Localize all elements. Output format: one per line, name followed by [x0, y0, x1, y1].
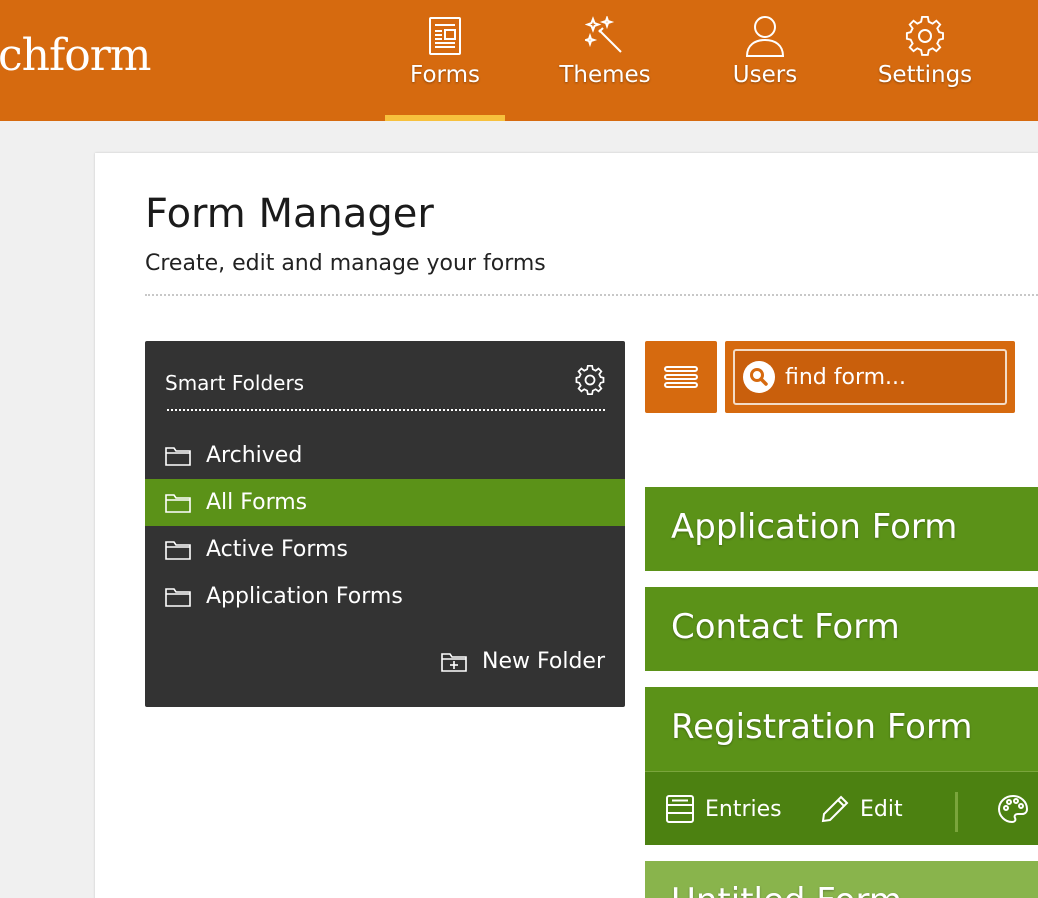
- folder-add-icon: [441, 652, 467, 672]
- folder-settings-gear-icon[interactable]: [575, 364, 605, 396]
- palette-icon: [997, 794, 1029, 824]
- new-folder-label: New Folder: [482, 649, 605, 674]
- edit-button[interactable]: Edit: [820, 772, 903, 846]
- form-name: Registration Form: [671, 707, 973, 747]
- folders-divider: [167, 409, 605, 411]
- form-row-registration-form[interactable]: Registration Form: [645, 687, 1038, 771]
- forms-icon: [425, 14, 465, 58]
- folder-icon: [165, 493, 191, 513]
- nav-users[interactable]: Users: [705, 0, 825, 121]
- pencil-icon: [821, 795, 849, 823]
- form-row-application-form[interactable]: Application Form: [645, 487, 1038, 571]
- form-name: Application Form: [671, 507, 958, 547]
- nav-forms[interactable]: Forms: [385, 0, 505, 121]
- folder-item-application-forms[interactable]: Application Forms: [145, 573, 625, 620]
- nav-themes[interactable]: Themes: [545, 0, 665, 121]
- list-menu-button[interactable]: [645, 341, 717, 413]
- page-subtitle: Create, edit and manage your forms: [145, 251, 546, 276]
- form-actions-bar: Entries Edit: [645, 771, 1038, 845]
- form-name: Contact Form: [671, 607, 900, 647]
- nav-users-label: Users: [732, 62, 798, 88]
- folder-icon: [165, 540, 191, 560]
- form-name: Untitled Form: [671, 881, 902, 898]
- entries-icon: [666, 795, 694, 823]
- actions-divider: [955, 792, 958, 832]
- nav-settings-label: Settings: [877, 62, 973, 88]
- folder-item-active-forms[interactable]: Active Forms: [145, 526, 625, 573]
- app-logo[interactable]: chform: [0, 30, 152, 81]
- search-icon: [743, 361, 775, 393]
- magic-wand-icon: [585, 14, 625, 58]
- entries-button[interactable]: Entries: [665, 772, 782, 846]
- folder-label: Active Forms: [206, 537, 348, 562]
- form-manager-card: Form Manager Create, edit and manage you…: [95, 153, 1038, 898]
- entries-label: Entries: [705, 796, 782, 822]
- page-title: Form Manager: [145, 191, 434, 237]
- folder-item-all-forms[interactable]: All Forms: [145, 479, 625, 526]
- hamburger-icon: [664, 366, 698, 388]
- edit-label: Edit: [860, 796, 903, 822]
- gear-icon: [905, 14, 945, 58]
- search-box: [725, 341, 1015, 413]
- nav-forms-label: Forms: [410, 62, 480, 88]
- search-field[interactable]: [733, 349, 1007, 405]
- new-folder-button[interactable]: New Folder: [440, 649, 605, 674]
- folder-label: All Forms: [206, 490, 308, 515]
- title-divider: [145, 294, 1038, 296]
- nav-themes-label: Themes: [559, 62, 651, 88]
- folder-icon: [165, 587, 191, 607]
- smart-folders-title: Smart Folders: [165, 371, 305, 395]
- user-icon: [745, 14, 785, 58]
- search-input[interactable]: [785, 364, 985, 390]
- folder-label: Application Forms: [206, 584, 403, 609]
- folder-label: Archived: [206, 443, 303, 468]
- smart-folders-panel: Smart Folders Archived All Forms Active: [145, 341, 625, 707]
- folder-item-archived[interactable]: Archived: [145, 432, 625, 479]
- nav-settings[interactable]: Settings: [865, 0, 985, 121]
- form-row-untitled-form[interactable]: Untitled Form: [645, 861, 1038, 898]
- theme-button[interactable]: [997, 772, 1038, 846]
- form-row-contact-form[interactable]: Contact Form: [645, 587, 1038, 671]
- folder-icon: [165, 446, 191, 466]
- top-nav-bar: chform Forms Themes Users Settings: [0, 0, 1038, 121]
